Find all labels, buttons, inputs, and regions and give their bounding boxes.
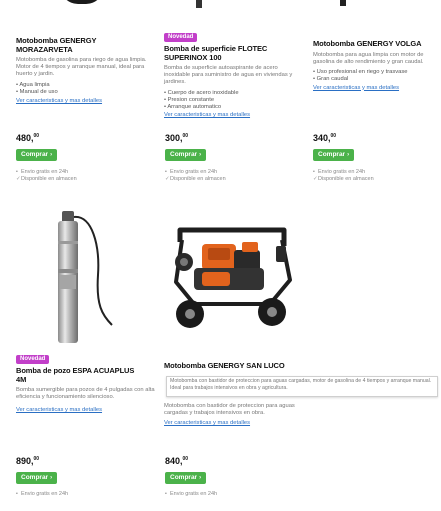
product-buy-1: 480,00 Comprar › ▪ Envio gratis en 24h ✓Di… <box>16 133 77 183</box>
delivery-info: ▪ Envio gratis en 24h <box>16 169 77 176</box>
product-card-5-body: Motobomba con bastidor de proteccion par… <box>164 403 304 427</box>
product-description: Motobomba con bastidor de proteccion par… <box>164 403 295 416</box>
product-image-top-2[interactable] <box>196 0 202 8</box>
product-description: Motobomba de gasolina para riego de agua… <box>16 57 147 77</box>
product-description: Bomba de superficie autoaspirante de ace… <box>164 65 293 85</box>
product-buy-4: 890,00 Comprar › ▪ Envio gratis en 24h <box>16 456 68 498</box>
buy-button[interactable]: Comprar › <box>16 472 58 484</box>
price-value: 340, <box>313 133 331 143</box>
price-value: 890, <box>16 456 34 466</box>
product-price: 480,00 <box>16 133 77 143</box>
product-description-tooltip: Motobomba con bastidor de proteccion par… <box>166 376 438 397</box>
price-value: 840, <box>165 456 183 466</box>
product-bullet: • Arranque automatico <box>164 104 222 110</box>
product-image-top-1[interactable] <box>60 0 104 4</box>
arrow-right-icon: › <box>199 475 202 481</box>
buy-button-label: Comprar <box>21 474 49 481</box>
product-bullet: • Manual de uso <box>16 89 58 95</box>
price-cents: 00 <box>182 133 189 139</box>
product-bullet: • Uso profesional en riego y trasvase <box>313 68 408 75</box>
product-details-link[interactable]: Ver caracteristicas y mas detalles <box>164 112 304 119</box>
stock-info: ✓Disponible en almacen <box>165 176 226 183</box>
product-card-5: Motobomba GENERGY SAN LUCO <box>164 360 314 374</box>
buy-button-label: Comprar <box>170 474 198 481</box>
product-details-link[interactable]: Ver caracteristicas y mas detalles <box>16 407 156 414</box>
delivery-info: ▪ Envio gratis en 24h <box>16 491 68 498</box>
product-bullet: • Agua limpia <box>16 82 50 88</box>
delivery-text: Envio gratis en 24h <box>21 491 69 497</box>
stock-text: Disponible en almacen <box>318 176 374 182</box>
delivery-info: ▪ Envio gratis en 24h <box>165 169 226 176</box>
product-image-motor-pump[interactable] <box>172 222 294 337</box>
new-badge: Novedad <box>164 33 198 42</box>
arrow-right-icon: › <box>199 152 202 158</box>
buy-button[interactable]: Comprar › <box>165 472 207 484</box>
stock-text: Disponible en almacen <box>170 176 226 182</box>
product-title[interactable]: Bomba de superficie FLOTEC SUPERINOX 100 <box>164 44 304 62</box>
stock-text: Disponible en almacen <box>21 176 77 182</box>
product-card-1: Motobomba GENERGY MORAZARVETA Motobomba … <box>16 35 156 105</box>
product-bullet: • Cuerpo de acero inoxidable <box>164 90 239 96</box>
price-cents: 00 <box>330 133 337 139</box>
product-description: Motobomba para agua limpia con motor de … <box>313 51 424 65</box>
product-card-3: Motobomba GENERGY VOLGA Motobomba para a… <box>313 38 438 92</box>
new-badge: Novedad <box>16 355 50 364</box>
stock-info: ✓Disponible en almacen <box>16 176 77 183</box>
buy-button-label: Comprar <box>21 151 49 158</box>
price-cents: 00 <box>33 456 40 462</box>
product-buy-5: 840,00 Comprar › ▪ Envio gratis en 24h <box>165 456 217 498</box>
price-value: 480, <box>16 133 34 143</box>
well-pump-illustration <box>58 211 113 343</box>
stock-info: ✓Disponible en almacen <box>313 176 374 183</box>
product-price: 300,00 <box>165 133 226 143</box>
product-details-link[interactable]: Ver caracteristicas y mas detalles <box>313 85 438 92</box>
price-cents: 00 <box>182 456 189 462</box>
delivery-text: Envio gratis en 24h <box>318 169 366 175</box>
buy-button-label: Comprar <box>318 151 346 158</box>
delivery-info: ▪ Envio gratis en 24h <box>313 169 374 176</box>
price-cents: 00 <box>33 133 40 139</box>
buy-button-label: Comprar <box>170 151 198 158</box>
buy-button[interactable]: Comprar › <box>313 149 355 161</box>
arrow-right-icon: › <box>50 475 53 481</box>
product-buy-3: 340,00 Comprar › ▪ Envio gratis en 24h ✓Di… <box>313 133 374 183</box>
delivery-text: Envio gratis en 24h <box>170 169 218 175</box>
product-card-2: Novedad Bomba de superficie FLOTEC SUPER… <box>164 25 304 119</box>
arrow-right-icon: › <box>347 152 350 158</box>
arrow-right-icon: › <box>50 152 53 158</box>
product-description: Bomba sumergible para pozos de 4 pulgada… <box>16 387 155 400</box>
product-bullet: • Gran caudal <box>313 75 349 82</box>
product-details-link[interactable]: Ver caracteristicas y mas detalles <box>16 98 156 105</box>
product-title[interactable]: Motobomba GENERGY MORAZARVETA <box>16 36 156 54</box>
product-image-well-pump[interactable] <box>20 205 150 345</box>
price-value: 300, <box>165 133 183 143</box>
product-card-4: Novedad Bomba de pozo ESPA ACUAPLUS 4M B… <box>16 347 156 414</box>
buy-button[interactable]: Comprar › <box>16 149 58 161</box>
product-price: 840,00 <box>165 456 217 466</box>
motor-pump-illustration <box>174 227 292 328</box>
product-title[interactable]: Motobomba GENERGY SAN LUCO <box>164 361 314 371</box>
buy-button[interactable]: Comprar › <box>165 149 207 161</box>
product-bullet: • Presion constante <box>164 97 215 103</box>
product-buy-2: 300,00 Comprar › ▪ Envio gratis en 24h ✓Di… <box>165 133 226 183</box>
product-title[interactable]: Bomba de pozo ESPA ACUAPLUS 4M <box>16 366 156 384</box>
product-price: 890,00 <box>16 456 68 466</box>
product-image-top-3[interactable] <box>340 0 346 6</box>
product-details-link[interactable]: Ver caracteristicas y mas detalles <box>164 420 304 427</box>
product-title[interactable]: Motobomba GENERGY VOLGA <box>313 39 438 49</box>
delivery-text: Envio gratis en 24h <box>170 491 218 497</box>
product-price: 340,00 <box>313 133 374 143</box>
delivery-info: ▪ Envio gratis en 24h <box>165 491 217 498</box>
delivery-text: Envio gratis en 24h <box>21 169 69 175</box>
